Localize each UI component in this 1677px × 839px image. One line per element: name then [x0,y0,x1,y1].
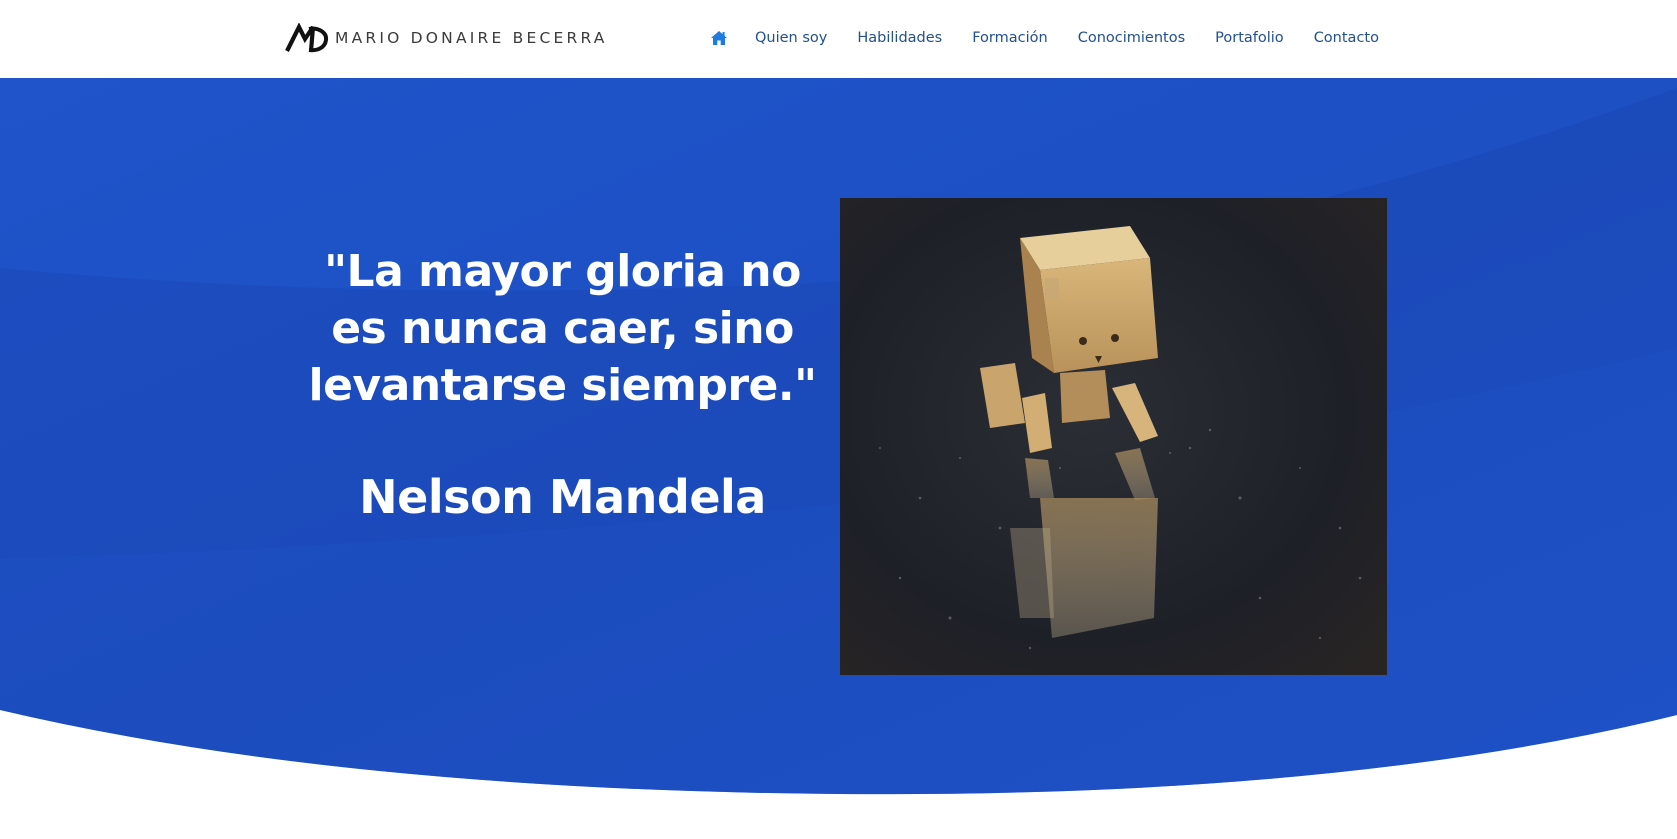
nav-item-habilidades[interactable]: Habilidades [857,25,942,51]
quote-block: "La mayor gloria no es nunca caer, sino … [290,243,835,526]
main-nav: Quien soy Habilidades Formación Conocimi… [705,25,1379,51]
nav-item-formacion[interactable]: Formación [972,25,1047,51]
nav-item-contacto[interactable]: Contacto [1314,25,1379,51]
brand-name: MARIO DONAIRE BECERRA [335,29,608,47]
nav-item-quien-soy[interactable]: Quien soy [755,25,827,51]
md-monogram-logo-icon [285,23,329,53]
nav-home[interactable] [705,25,733,51]
quote-text: "La mayor gloria no es nunca caer, sino … [308,246,817,411]
hero-section: "La mayor gloria no es nunca caer, sino … [0,78,1677,839]
home-icon [711,31,727,45]
hero-image [840,198,1387,675]
site-header: MARIO DONAIRE BECERRA Quien soy Habilida… [0,0,1677,78]
quote-author: Nelson Mandela [359,470,766,524]
nav-item-conocimientos[interactable]: Conocimientos [1078,25,1185,51]
brand[interactable]: MARIO DONAIRE BECERRA [285,22,608,54]
hero-background [0,78,1677,795]
nav-item-portafolio[interactable]: Portafolio [1215,25,1284,51]
